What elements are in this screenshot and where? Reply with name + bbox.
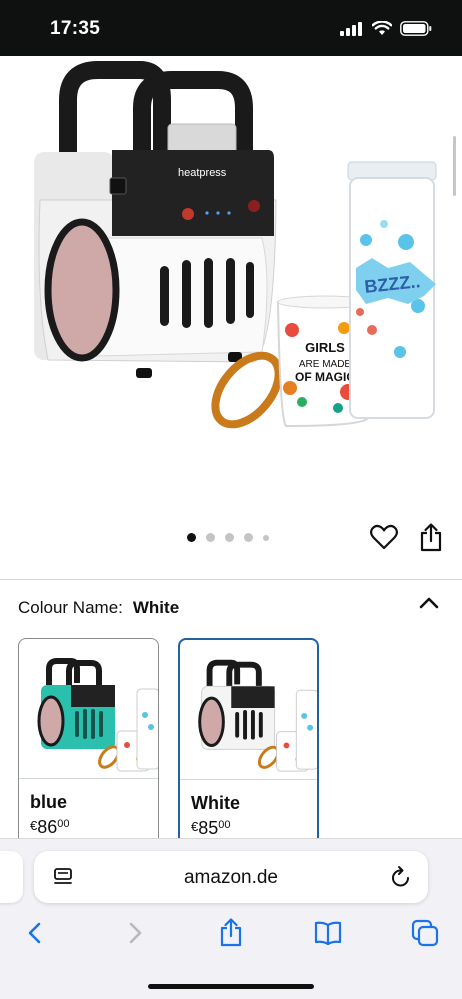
colour-option-thumbnail <box>180 640 317 780</box>
back-icon[interactable] <box>20 918 50 948</box>
home-indicator <box>148 984 314 989</box>
wifi-icon <box>372 21 392 35</box>
svg-text:GIRLS: GIRLS <box>305 340 345 355</box>
image-carousel-dots[interactable] <box>187 533 269 542</box>
carousel-dot[interactable] <box>244 533 253 542</box>
chevron-up-icon[interactable] <box>418 594 440 612</box>
colour-option-white[interactable]: White €8500 <box>178 638 319 848</box>
colour-option-price: €8500 <box>191 818 231 838</box>
status-icons <box>340 21 432 36</box>
cellular-signal-icon <box>340 21 362 36</box>
heat-press-blue-thumbnail <box>37 658 158 772</box>
forward-icon[interactable] <box>120 918 150 948</box>
image-scroll-indicator <box>453 136 456 196</box>
colour-option-blue[interactable]: blue €8600 <box>18 638 159 848</box>
section-divider <box>0 579 462 580</box>
status-bar: 17:35 <box>0 0 462 56</box>
wishlist-heart-icon[interactable] <box>370 524 398 550</box>
heat-press-white-thumbnail <box>198 659 317 772</box>
battery-icon <box>400 21 432 36</box>
svg-text:OF MAGIC: OF MAGIC <box>295 370 355 384</box>
colour-option-name: White <box>191 793 240 813</box>
carousel-dot-active[interactable] <box>187 533 196 542</box>
colour-option-thumbnail <box>19 639 158 779</box>
product-image: heatpress GIRLS ARE MADE OF MAGIC BZZZ.. <box>34 61 437 429</box>
carousel-dot[interactable] <box>225 533 234 542</box>
bookmarks-icon[interactable] <box>313 918 343 948</box>
carousel-dot[interactable] <box>263 534 269 541</box>
colour-name-label: Colour Name: <box>18 598 123 617</box>
carousel-dot[interactable] <box>206 533 215 542</box>
address-bar[interactable]: amazon.de <box>34 851 428 903</box>
share-icon[interactable] <box>419 522 443 552</box>
share-toolbar-icon[interactable] <box>216 918 246 948</box>
device-brand-text: heatpress <box>178 167 227 179</box>
previous-tab-peek[interactable] <box>0 851 23 903</box>
colour-selected-value: White <box>132 598 180 617</box>
tabs-icon[interactable] <box>410 918 440 948</box>
svg-text:ARE MADE: ARE MADE <box>299 359 352 370</box>
reload-icon[interactable] <box>390 865 412 889</box>
colour-option-price: €8600 <box>30 817 70 837</box>
product-image-gallery[interactable]: heatpress GIRLS ARE MADE OF MAGIC BZZZ.. <box>0 56 462 522</box>
colour-option-name: blue <box>30 792 68 812</box>
url-text: amazon.de <box>183 867 278 888</box>
colour-name-row: Colour Name: White <box>18 598 179 618</box>
status-time: 17:35 <box>50 18 101 39</box>
